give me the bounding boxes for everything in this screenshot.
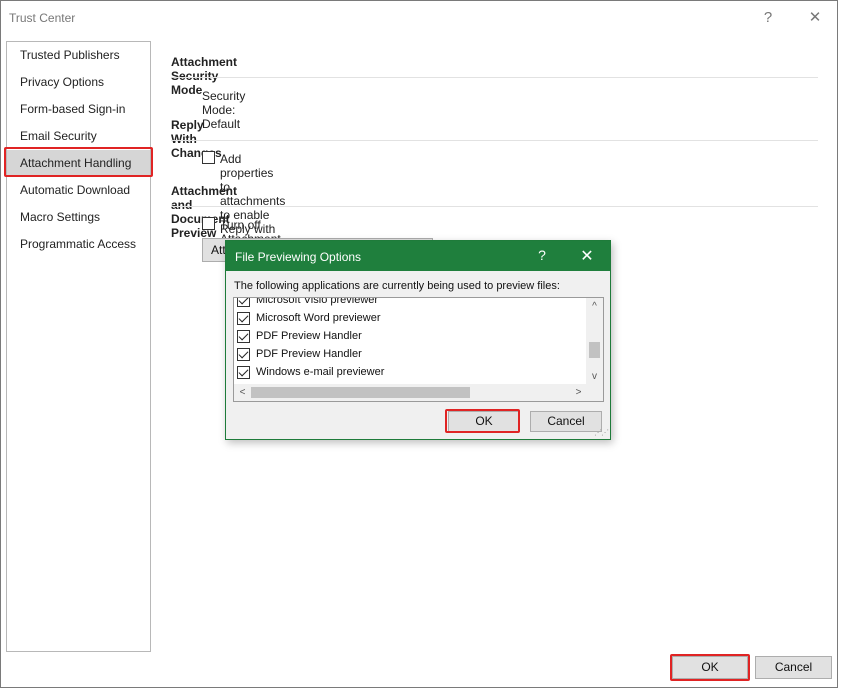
sidebar-item-automatic-download[interactable]: Automatic Download [7,177,150,204]
previewer-checkbox[interactable] [237,312,250,325]
dialog-description: The following applications are currently… [234,280,560,292]
list-viewport: Microsoft Visio previewer Microsoft Word… [234,298,587,385]
horizontal-scroll-thumb[interactable] [251,387,470,398]
ok-button[interactable]: OK [672,656,748,679]
previewer-label: PDF Preview Handler [256,348,362,360]
list-item[interactable]: PDF Preview Handler [234,346,584,364]
divider [171,140,818,141]
file-previewing-options-dialog: File Previewing Options ? ✕ The followin… [225,240,611,440]
previewer-label: Windows e-mail previewer [256,366,384,378]
previewer-label: Microsoft Word previewer [256,312,381,324]
scroll-down-icon[interactable]: v [586,368,603,385]
reply-with-changes-checkbox[interactable] [202,151,215,164]
previewer-label: PDF Preview Handler [256,330,362,342]
sidebar-item-programmatic-access[interactable]: Programmatic Access [7,231,150,258]
sidebar-item-trusted-publishers[interactable]: Trusted Publishers [7,42,150,69]
previewer-checkbox[interactable] [237,330,250,343]
dialog-help-icon[interactable]: ? [534,247,550,263]
horizontal-scrollbar[interactable]: < > [234,384,587,401]
vertical-scroll-thumb[interactable] [589,342,600,358]
window-title: Trust Center [9,11,75,25]
list-item[interactable]: PDF Preview Handler [234,328,584,346]
sidebar-item-macro-settings[interactable]: Macro Settings [7,204,150,231]
resize-grip-icon[interactable]: ⋰⋰ [594,428,608,437]
list-item[interactable]: Windows e-mail previewer [234,364,584,382]
divider [171,77,818,78]
cancel-button[interactable]: Cancel [755,656,832,679]
vertical-scrollbar[interactable]: ^ v [586,298,603,385]
scrollbar-corner [586,384,603,401]
scroll-up-icon[interactable]: ^ [586,298,603,315]
sidebar-item-privacy-options[interactable]: Privacy Options [7,69,150,96]
dialog-cancel-button[interactable]: Cancel [530,411,602,432]
previewers-list[interactable]: Microsoft Visio previewer Microsoft Word… [233,297,604,402]
dialog-title: File Previewing Options [235,250,361,264]
scroll-right-icon[interactable]: > [570,384,587,401]
dialog-ok-button[interactable]: OK [448,411,520,432]
divider [171,206,818,207]
turn-off-attachment-preview-checkbox[interactable] [202,217,215,230]
close-icon[interactable]: ✕ [803,8,827,28]
dialog-title-bar: File Previewing Options ? ✕ [226,241,610,271]
previewer-checkbox[interactable] [237,298,250,307]
previewer-checkbox[interactable] [237,366,250,379]
list-item[interactable]: Microsoft Word previewer [234,310,584,328]
list-item[interactable]: Microsoft Visio previewer [234,298,584,310]
help-icon[interactable]: ? [756,8,780,28]
scroll-left-icon[interactable]: < [234,384,251,401]
sidebar-item-attachment-handling[interactable]: Attachment Handling [7,150,150,177]
sidebar-item-form-based-sign-in[interactable]: Form-based Sign-in [7,96,150,123]
dialog-close-icon[interactable]: ✕ [579,246,595,266]
sidebar: Trusted Publishers Privacy Options Form-… [6,41,151,652]
sidebar-item-email-security[interactable]: Email Security [7,123,150,150]
previewer-checkbox[interactable] [237,348,250,361]
title-bar: Trust Center ? ✕ [1,1,837,34]
previewer-label: Microsoft Visio previewer [256,298,378,306]
